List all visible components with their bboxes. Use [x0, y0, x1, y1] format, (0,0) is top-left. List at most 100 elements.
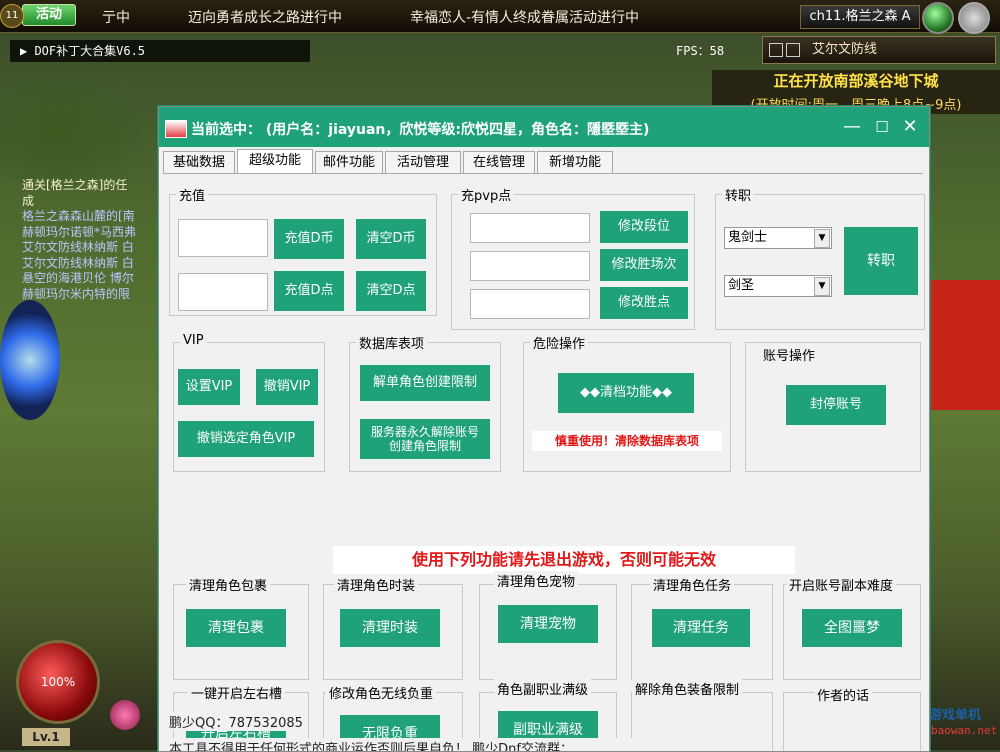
fps-counter: FPS：58: [676, 44, 725, 58]
nightmare-mode-button[interactable]: 全图噩梦: [802, 609, 902, 647]
clear-inventory-group: 清理角色包裹 清理包裹: [173, 575, 309, 680]
top-ticker-1: 亍中: [102, 10, 130, 26]
chat-line: 艾尔文防线林纳斯 白: [22, 240, 134, 254]
tab-super-functions[interactable]: 超级功能: [237, 149, 313, 174]
chat-line: 通关[格兰之森]的任: [22, 178, 128, 192]
activity-button[interactable]: 活动: [22, 4, 76, 26]
clear-fashion-title: 清理角色时装: [334, 575, 419, 594]
clear-pet-title: 清理角色宠物: [494, 571, 579, 590]
rank-input[interactable]: [470, 213, 590, 243]
clear-fashion-group: 清理角色时装 清理时装: [323, 575, 463, 680]
dungeon-difficulty-group: 开启账号副本难度 全图噩梦: [783, 575, 921, 680]
quest-chat-log: 通关[格兰之森]的任 成 格兰之森森山麓的[南 赫顿玛尔诺顿*马西弗 艾尔文防线…: [22, 178, 162, 302]
red-banner-scenery: [926, 280, 1000, 410]
author-qq: 鹏少QQ：787532085: [169, 712, 303, 731]
level-badge: Lv.1: [22, 728, 70, 746]
clear-quest-button[interactable]: 清理任务: [652, 609, 750, 647]
ban-account-button[interactable]: 封停账号: [786, 385, 886, 425]
vip-group: VIP 设置VIP 撤销VIP 撤销选定角色VIP: [173, 333, 325, 472]
chat-line: 成: [22, 193, 35, 208]
class-select-value: 鬼剑士: [728, 230, 768, 245]
weight-title: 修改角色无线负重: [326, 683, 437, 702]
map-name: 艾尔文防线: [812, 42, 878, 57]
portal-scenery: [0, 300, 60, 420]
unlock-create-limit-button[interactable]: 解单角色创建限制: [360, 365, 490, 401]
tree-scenery: [0, 60, 150, 180]
tab-online[interactable]: 在线管理: [463, 151, 535, 173]
tab-activity[interactable]: 活动管理: [385, 151, 461, 173]
minimize-icon[interactable]: —: [839, 116, 865, 138]
job-change-group-title: 转职: [722, 185, 755, 204]
database-group-title: 数据库表项: [356, 333, 428, 352]
database-group: 数据库表项 解单角色创建限制 服务器永久解除账号创建角色限制: [349, 333, 501, 472]
class-select[interactable]: 鬼剑士 ▼: [724, 227, 832, 249]
subclass-select[interactable]: 剑圣 ▼: [724, 275, 832, 297]
dungeon-difficulty-title: 开启账号副本难度: [786, 575, 897, 594]
cancel-selected-vip-button[interactable]: 撤销选定角色VIP: [178, 421, 314, 457]
channel-label: ch11.格兰之森 A: [800, 5, 920, 29]
skill-slot-icon[interactable]: [110, 700, 140, 730]
tab-mail[interactable]: 邮件功能: [315, 151, 383, 173]
danger-warning: 慎重使用！清除数据库表项: [532, 431, 722, 451]
modify-win-points-button[interactable]: 修改胜点: [600, 287, 688, 319]
clear-pet-group: 清理角色宠物 清理宠物: [479, 571, 617, 680]
channel-number-icon: 11: [0, 4, 24, 28]
window-title: 当前选中： (用户名：jiayuan，欣悦等级:欣悦四星，角色名：隱塈塈主): [191, 122, 650, 138]
clear-inventory-button[interactable]: 清理包裹: [186, 609, 286, 647]
author-title: 作者的话: [814, 685, 873, 704]
account-group: 账号操作 封停账号: [745, 342, 921, 472]
d-point-input[interactable]: [178, 273, 268, 311]
status-orb-icon[interactable]: [922, 2, 954, 34]
chevron-down-icon[interactable]: ▼: [814, 277, 830, 296]
job-change-button[interactable]: 转职: [844, 227, 918, 295]
map-name-box: 艾尔文防线: [762, 36, 996, 64]
hp-globe: 100%: [16, 640, 100, 724]
tab-basic-data[interactable]: 基础数据: [163, 151, 235, 173]
recharge-group: 充值 充值D币 清空D币 充值D点 清空D点: [169, 185, 437, 316]
minimap-mode-icon[interactable]: [786, 42, 800, 57]
chevron-down-icon[interactable]: ▼: [814, 229, 830, 248]
server-unlock-button[interactable]: 服务器永久解除账号创建角色限制: [360, 419, 490, 459]
open-slots-title: 一键开启左右槽: [188, 683, 286, 702]
danger-group: 危险操作 ◆◆清档功能◆◆ 慎重使用！清除数据库表项: [523, 333, 731, 472]
app-icon: [165, 120, 187, 138]
tab-new-functions[interactable]: 新增功能: [537, 151, 613, 173]
modify-rank-button[interactable]: 修改段位: [600, 211, 688, 243]
wins-count-input[interactable]: [470, 251, 590, 281]
author-group: 作者的话: [783, 685, 921, 751]
wipe-data-button[interactable]: ◆◆清档功能◆◆: [558, 373, 694, 413]
system-menu-icon[interactable]: [958, 2, 990, 34]
patch-title-bar: ▶ DOF补丁大合集V6.5: [10, 40, 310, 62]
top-ticker-2: 迈向勇者成长之路进行中: [188, 10, 342, 26]
subclass-select-value: 剑圣: [728, 278, 755, 293]
cancel-vip-button[interactable]: 撤销VIP: [256, 369, 318, 405]
maximize-icon[interactable]: ☐: [869, 116, 895, 138]
chat-line: 悬空的海港贝伦 博尔: [22, 271, 134, 285]
charge-d-point-button[interactable]: 充值D点: [274, 271, 344, 311]
chat-line: 赫顿玛尔诺顿*马西弗: [22, 224, 137, 239]
set-vip-button[interactable]: 设置VIP: [178, 369, 240, 405]
clear-d-point-button[interactable]: 清空D点: [356, 271, 426, 311]
clear-d-coin-button[interactable]: 清空D币: [356, 219, 426, 259]
d-coin-input[interactable]: [178, 219, 268, 257]
window-titlebar[interactable]: 当前选中： (用户名：jiayuan，欣悦等级:欣悦四星，角色名：隱塈塈主) —…: [159, 107, 929, 147]
clear-quest-group: 清理角色任务 清理任务: [631, 575, 773, 680]
clear-fashion-button[interactable]: 清理时装: [340, 609, 440, 647]
danger-group-title: 危险操作: [530, 333, 589, 352]
account-group-title: 账号操作: [760, 345, 819, 364]
close-icon[interactable]: ✕: [897, 116, 923, 138]
chat-line: 艾尔文防线林纳斯 白: [22, 255, 134, 270]
tool-window: 当前选中： (用户名：jiayuan，欣悦等级:欣悦四星，角色名：隱塈塈主) —…: [158, 106, 930, 752]
vip-group-title: VIP: [180, 333, 207, 348]
modify-wins-count-button[interactable]: 修改胜场次: [600, 249, 688, 281]
top-ticker-3: 幸福恋人-有情人终成眷属活动进行中: [410, 10, 640, 26]
chat-line: 格兰之森森山麓的[南: [22, 209, 135, 223]
clear-pet-button[interactable]: 清理宠物: [498, 605, 598, 643]
clear-inventory-title: 清理角色包裹: [186, 575, 271, 594]
minimap-toggle-icon[interactable]: [769, 42, 783, 57]
clear-quest-title: 清理角色任务: [650, 575, 735, 594]
charge-d-coin-button[interactable]: 充值D币: [274, 219, 344, 259]
job-change-group: 转职 鬼剑士 ▼ 剑圣 ▼ 转职: [715, 185, 925, 330]
win-points-input[interactable]: [470, 289, 590, 319]
dungeon-notice-title: 正在开放南部溪谷地下城: [773, 72, 939, 90]
